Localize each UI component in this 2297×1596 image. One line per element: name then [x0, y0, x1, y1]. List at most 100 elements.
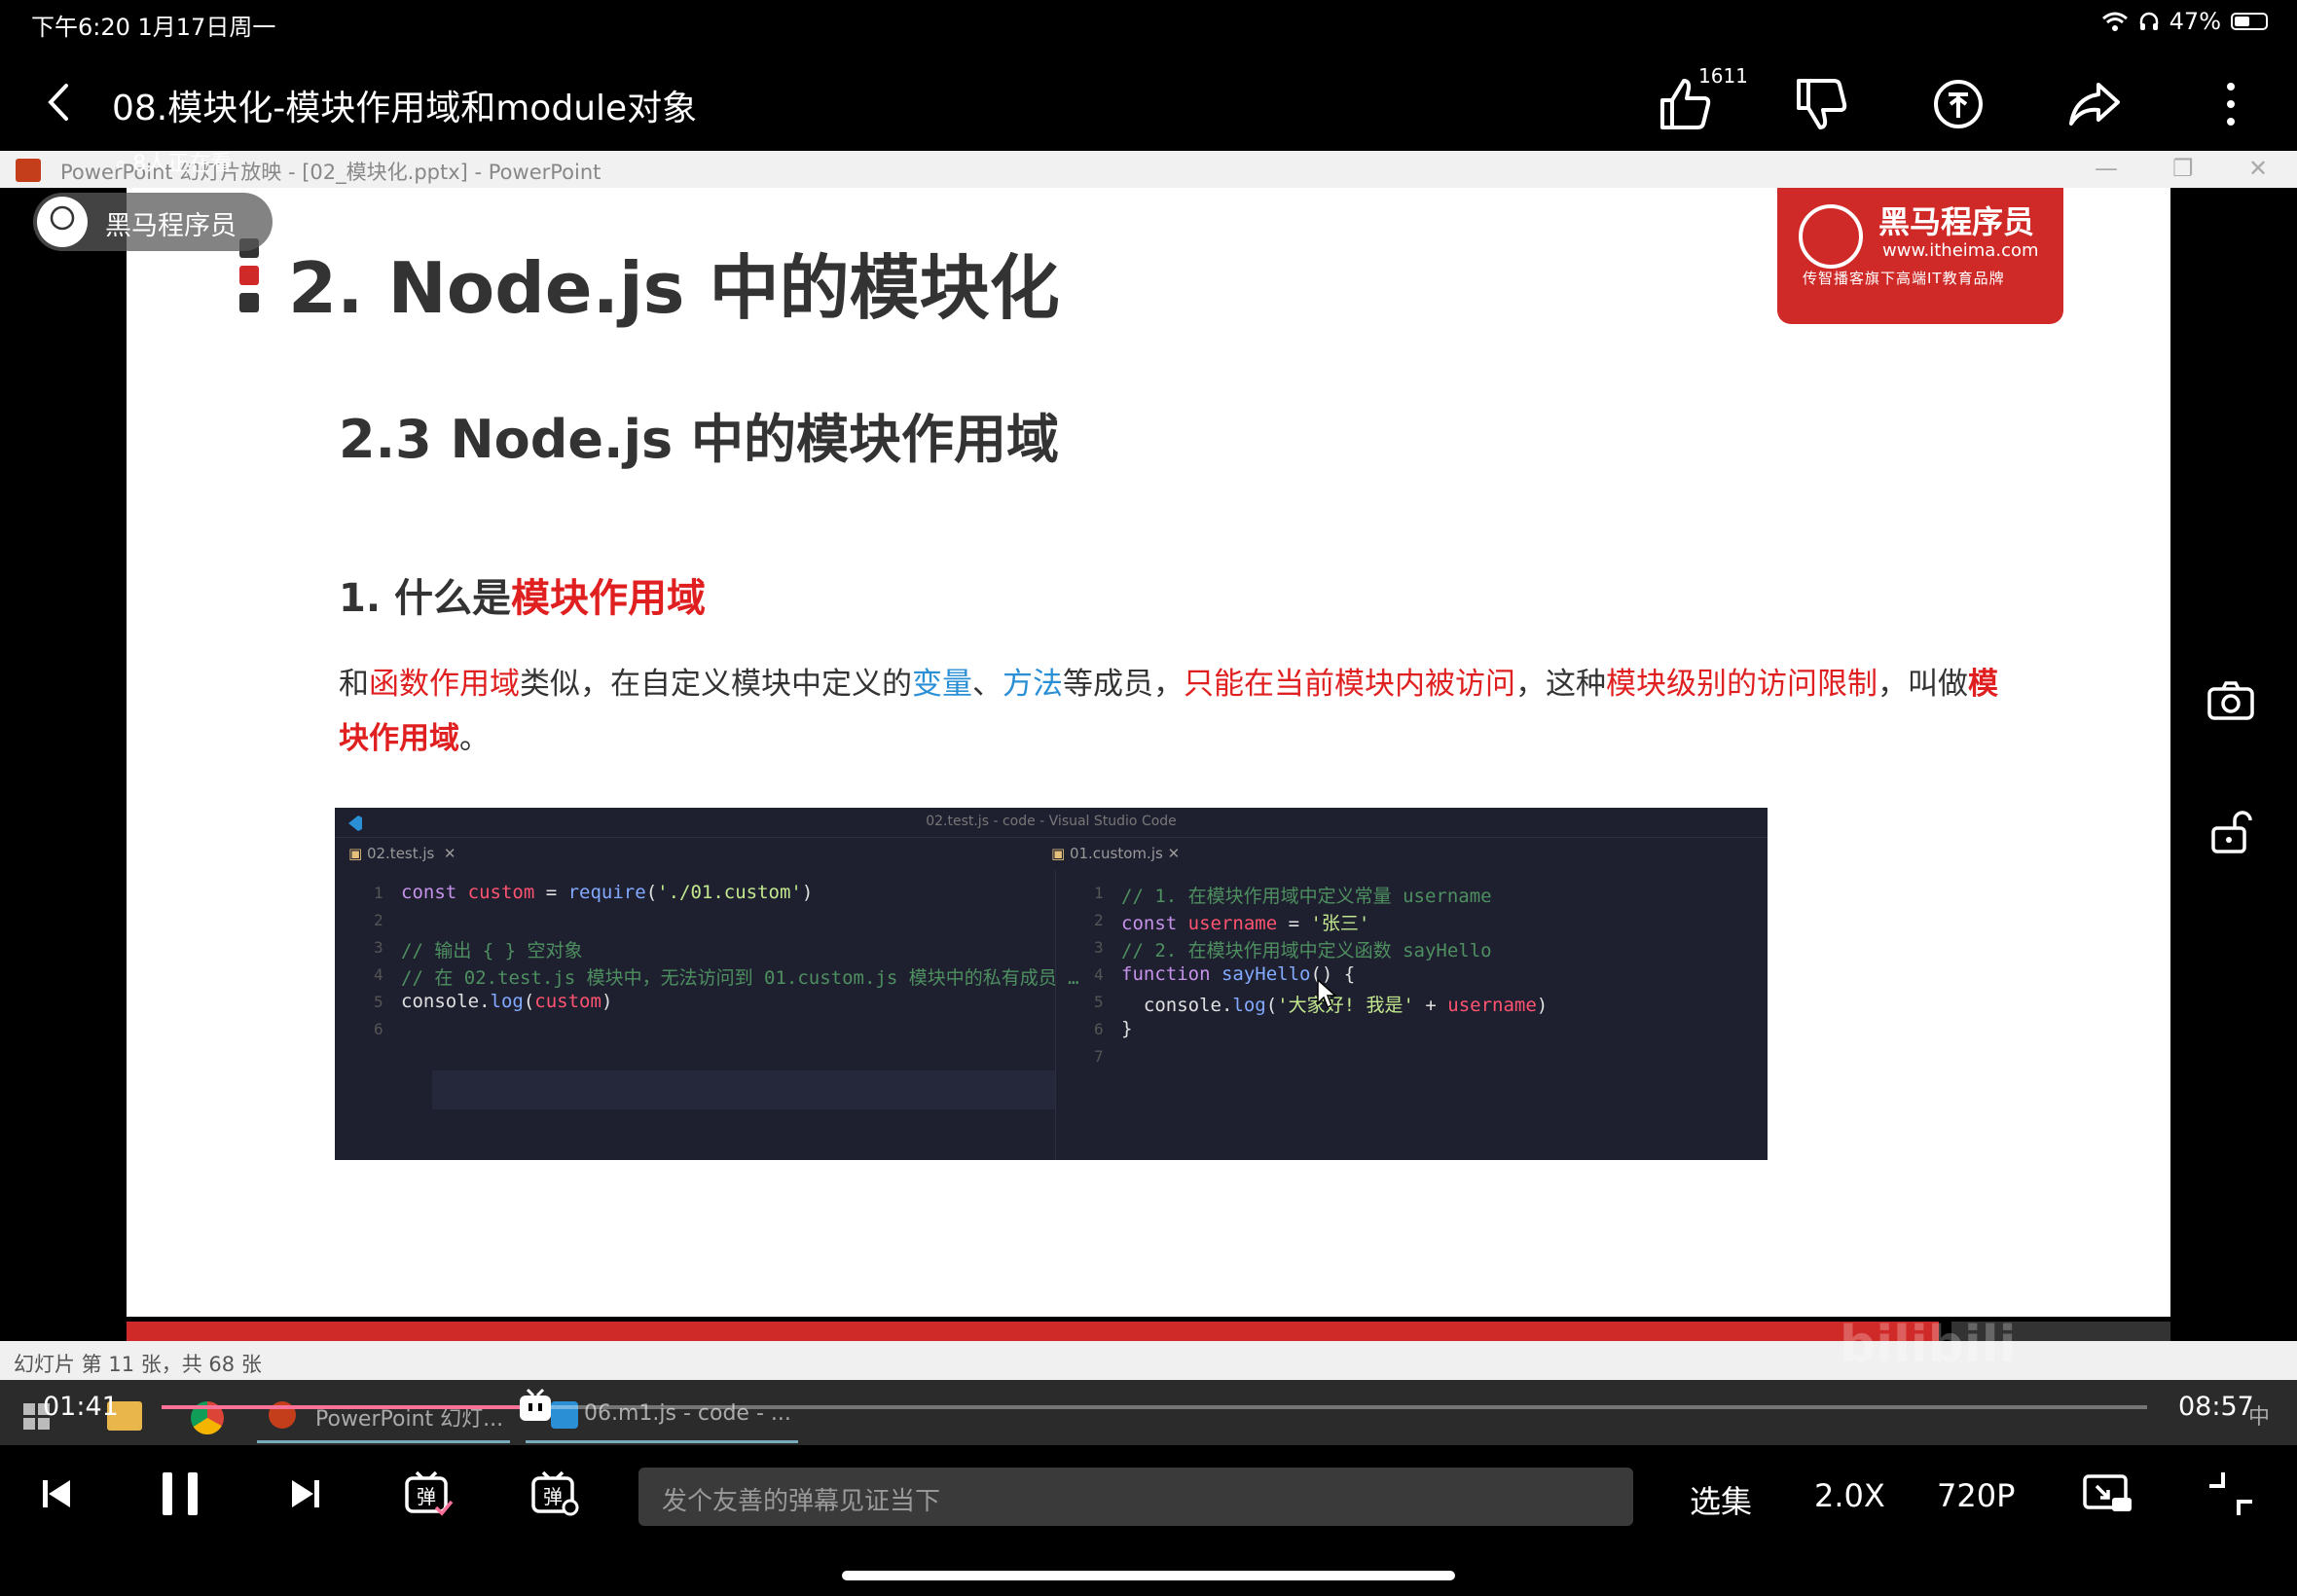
code-token: username [1447, 995, 1537, 1016]
code-token: custom [534, 991, 602, 1012]
code-token: // 1. 在模块作用域中定义常量 username [1121, 886, 1492, 907]
pip-button[interactable] [2079, 1465, 2137, 1523]
danmaku-on-icon: 弹 [405, 1470, 454, 1516]
code-token: log [490, 991, 524, 1012]
code-line: // 输出 { } 空对象 [401, 936, 583, 962]
code-line: // 2. 在模块作用域中定义函数 sayHello [1121, 936, 1492, 962]
next-button[interactable] [276, 1465, 335, 1523]
code-token: const [401, 882, 468, 903]
para-text: 类似，在自定义模块中定义的 [520, 667, 912, 702]
title-bullet [239, 293, 259, 312]
status-time: 下午6:20 1月17日周一 [31, 14, 276, 41]
progress-fill [162, 1405, 535, 1409]
windows-taskbar: PowerPoint 幻灯... 06.m1.js - code - ... 中 [0, 1380, 2297, 1445]
code-token: ( [1265, 995, 1278, 1016]
line-number: 2 [1094, 911, 1104, 929]
wifi-icon [2101, 12, 2128, 31]
para-highlight: 方法 [1003, 667, 1063, 702]
file-js-icon: ▣ [1051, 845, 1070, 862]
code-token: // 2. 在模块作用域中定义函数 sayHello [1121, 940, 1492, 961]
video-player[interactable]: PowerPoint 幻灯片放映 - [02_模块化.pptx] - Power… [0, 151, 2297, 1445]
code-token: = [534, 882, 568, 903]
previous-button[interactable] [27, 1465, 86, 1523]
code-token: log [1232, 995, 1266, 1016]
code-token: custom [467, 882, 535, 903]
para-text: 等成员， [1063, 667, 1184, 702]
divider [335, 837, 1768, 838]
danmaku-toggle-button[interactable]: 弹 [399, 1465, 457, 1523]
screenshot-button[interactable] [2202, 671, 2260, 730]
share-button[interactable] [2063, 73, 2126, 135]
para-highlight: 函数作用域 [369, 667, 520, 702]
close-icon: ✕ [1162, 845, 1181, 862]
camera-icon [2207, 681, 2254, 720]
code-token: ) [1536, 995, 1549, 1016]
code-token: '大家好! 我是' [1277, 995, 1414, 1016]
line-number: 3 [1094, 938, 1104, 957]
episodes-button[interactable]: 选集 [1690, 1477, 1752, 1522]
line-number: 1 [374, 884, 383, 902]
video-title: 08.模块化-模块作用域和module对象 [112, 89, 698, 128]
channel-badge[interactable]: 黑马程序员 [33, 193, 273, 251]
para-text: 和 [339, 667, 369, 702]
viewer-count: ⌕ 8人正在看 [115, 146, 232, 177]
progress-thumb[interactable] [516, 1388, 555, 1423]
code-screenshot: 02.test.js - code - Visual Studio Code ▣… [335, 808, 1768, 1160]
code-token: ( [523, 991, 535, 1012]
mouse-cursor-icon [1317, 978, 1337, 1009]
slide-margin [2170, 188, 2297, 1317]
taskbar-app-powerpoint: PowerPoint 幻灯... [257, 1390, 510, 1443]
pause-button[interactable] [151, 1465, 209, 1523]
coin-button[interactable] [1927, 73, 1989, 135]
headphones-icon [2139, 12, 2158, 30]
home-indicator[interactable] [842, 1571, 1455, 1580]
file-js-icon: ▣ [348, 845, 367, 862]
code-token: console. [1121, 995, 1233, 1016]
exit-fullscreen-button[interactable] [2202, 1465, 2260, 1523]
minimize-icon: — [2095, 155, 2118, 182]
para-highlight: 变量 [912, 667, 972, 702]
code-token: const [1121, 913, 1188, 934]
battery-fill [2235, 17, 2250, 26]
line-number: 2 [374, 911, 383, 929]
line-number: 5 [374, 993, 383, 1011]
para-text: ，这种 [1515, 667, 1606, 702]
line-number: 7 [1094, 1047, 1104, 1066]
quality-button[interactable]: 720P [1937, 1477, 2015, 1514]
para-text: 、 [972, 667, 1003, 702]
brand-name: 黑马程序员 [1878, 203, 2035, 240]
editor-tab-left: ▣ 02.test.js ✕ [348, 845, 456, 862]
avatar [37, 197, 88, 247]
progress-bar[interactable] [162, 1388, 2147, 1421]
title-bullet [239, 266, 259, 285]
more-button[interactable] [2200, 73, 2262, 135]
restore-icon: ❐ [2172, 155, 2194, 182]
slide-heading: 1. 什么是模块作用域 [339, 566, 706, 623]
code-token: // 在 02.test.js 模块中，无法访问到 01.custom.js 模… [401, 967, 1079, 989]
tab-label: 01.custom.js [1069, 845, 1163, 862]
horse-logo-icon [1799, 204, 1863, 269]
coin-icon [1934, 80, 1983, 128]
search-icon: ⌕ [115, 152, 127, 175]
tab-label: 02.test.js [366, 845, 435, 862]
bilibili-watermark: bilibili [1840, 1316, 2017, 1374]
code-token: ( [645, 882, 658, 903]
danmaku-placeholder: 发个友善的弹幕见证当下 [662, 1487, 941, 1516]
line-number: 1 [1094, 884, 1104, 902]
code-line: const username = '张三' [1121, 909, 1369, 935]
danmaku-input[interactable]: 发个友善的弹幕见证当下 [638, 1468, 1633, 1526]
lock-screen-button[interactable] [2202, 803, 2260, 861]
para-highlight: 模块级别的访问限制 [1606, 667, 1878, 702]
code-line: console.log(custom) [401, 991, 612, 1012]
slide-footer-bar [127, 1322, 1939, 1341]
dislike-button[interactable] [1791, 73, 1853, 135]
close-icon: ✕ [2248, 155, 2269, 182]
speed-button[interactable]: 2.0X [1814, 1477, 1885, 1514]
back-button[interactable] [39, 78, 78, 127]
code-token: // 输出 { } 空对象 [401, 940, 583, 961]
code-line: const custom = require('./01.custom') [401, 882, 813, 903]
code-token: sayHello [1221, 963, 1311, 985]
svg-text:弹: 弹 [417, 1485, 436, 1508]
current-time: 01:41 [43, 1392, 119, 1422]
danmaku-settings-button[interactable]: 弹 [526, 1465, 584, 1523]
